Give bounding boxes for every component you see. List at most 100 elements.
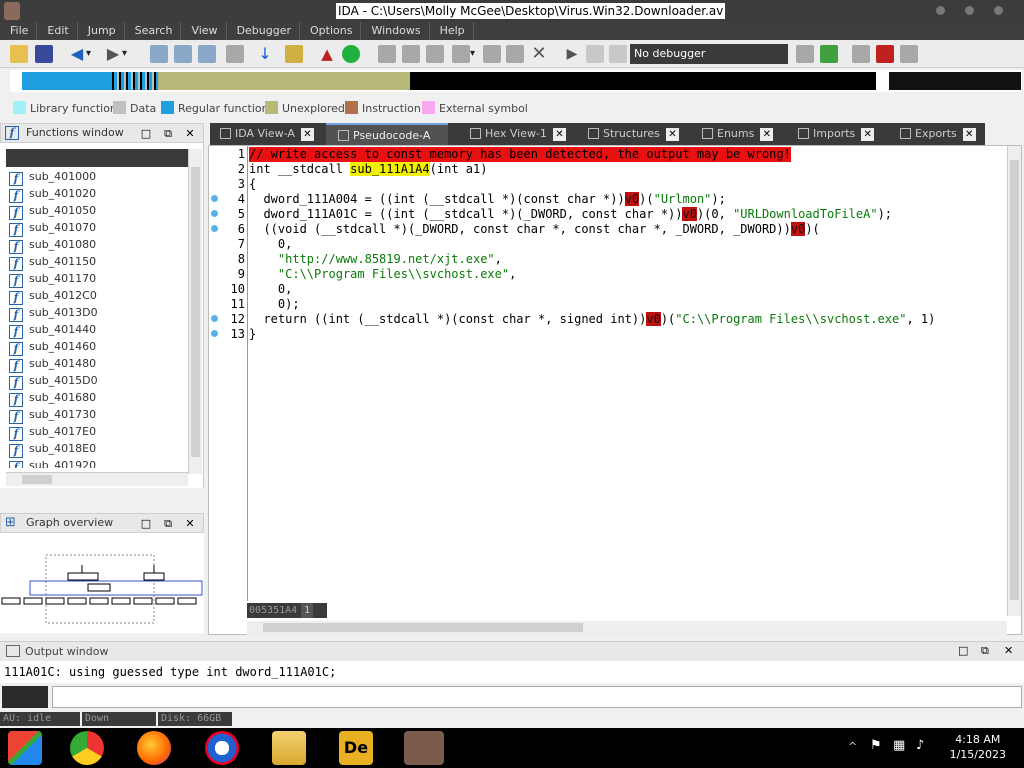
function-list-item[interactable]: f sub_401070 <box>6 219 188 237</box>
flag-icon[interactable]: ⚑ <box>870 738 882 753</box>
mark-icon[interactable] <box>285 45 303 63</box>
function-list-item[interactable]: f sub_4012C0 <box>6 287 188 305</box>
functions-list-column-header[interactable] <box>6 149 188 167</box>
stop-icon[interactable] <box>609 45 627 63</box>
opera-icon[interactable] <box>205 731 239 765</box>
menu-debugger[interactable]: Debugger <box>227 22 301 40</box>
pseudocode-view[interactable]: 1 2 3 4 5 6 7 8 9 10 11 12 13 // write a… <box>208 145 1022 635</box>
function-list-item[interactable]: f sub_401020 <box>6 185 188 203</box>
menu-view[interactable]: View <box>181 22 227 40</box>
panel-restore-icon[interactable]: ⧉ <box>981 644 989 658</box>
data-icon[interactable] <box>402 45 420 63</box>
forward-arrow-icon[interactable]: ▶ <box>104 45 122 63</box>
function-list-item[interactable]: f sub_4018E0 <box>6 440 188 458</box>
open-folder-icon[interactable] <box>10 45 28 63</box>
down-arrow-icon[interactable]: ↓ <box>256 45 274 63</box>
scroll-thumb[interactable] <box>191 167 200 457</box>
tab-enums[interactable]: Enums ✕ <box>702 123 782 145</box>
panel-restore-icon[interactable]: ⧉ <box>161 515 175 533</box>
navigation-band[interactable] <box>10 70 1022 92</box>
firefox-icon[interactable] <box>137 731 171 765</box>
function-list-item[interactable]: f sub_401150 <box>6 253 188 271</box>
code-icon[interactable] <box>378 45 396 63</box>
play-icon[interactable]: ▶ <box>563 45 581 63</box>
maximize-button[interactable] <box>965 6 974 15</box>
list-icon[interactable] <box>852 45 870 63</box>
debugger-options-icon[interactable] <box>796 45 814 63</box>
undefine-icon[interactable] <box>483 45 501 63</box>
panel-float-icon[interactable]: □ <box>958 644 968 657</box>
menu-jump[interactable]: Jump <box>78 22 125 40</box>
command-input[interactable] <box>52 686 1022 708</box>
volume-icon[interactable]: ♪ <box>916 738 924 753</box>
array-icon[interactable] <box>452 45 470 63</box>
v0-variable[interactable]: v0 <box>646 312 661 326</box>
deobfuscator-icon[interactable]: De <box>339 731 373 765</box>
tab-hex-view-1[interactable]: Hex View-1 ✕ <box>470 123 570 145</box>
clock[interactable]: 4:18 AM 1/15/2023 <box>950 732 1006 762</box>
function-list-item[interactable]: f sub_4013D0 <box>6 304 188 322</box>
function-list-item[interactable]: f sub_401480 <box>6 355 188 373</box>
function-list-item[interactable]: f sub_401170 <box>6 270 188 288</box>
function-list-item[interactable]: f sub_401730 <box>6 406 188 424</box>
functions-vertical-scrollbar[interactable] <box>188 149 202 474</box>
tab-ida-view-a[interactable]: IDA View-A ✕ <box>220 123 338 145</box>
portrait-app-icon[interactable] <box>404 731 444 765</box>
cross-icon[interactable]: ✕ <box>530 45 548 63</box>
struct-icon[interactable] <box>506 45 524 63</box>
back-arrow-icon[interactable]: ◀ <box>68 45 86 63</box>
function-list-item[interactable]: f sub_4017E0 <box>6 423 188 441</box>
scroll-thumb[interactable] <box>263 623 583 632</box>
panel-restore-icon[interactable]: ⧉ <box>161 125 175 143</box>
scroll-thumb[interactable] <box>22 475 52 484</box>
save-icon[interactable] <box>35 45 53 63</box>
code-horizontal-scrollbar[interactable] <box>247 621 1007 635</box>
pause-icon[interactable] <box>586 45 604 63</box>
menu-help[interactable]: Help <box>430 22 474 40</box>
panel-float-icon[interactable]: □ <box>139 125 153 143</box>
panel-close-icon[interactable]: ✕ <box>183 125 197 143</box>
text-search-icon[interactable] <box>174 45 192 63</box>
function-list-item[interactable]: f sub_401680 <box>6 389 188 407</box>
search-next-icon[interactable] <box>226 45 244 63</box>
add-icon[interactable] <box>876 45 894 63</box>
chrome-icon[interactable] <box>70 731 104 765</box>
scroll-thumb[interactable] <box>1010 160 1019 600</box>
function-list-item[interactable]: f sub_401920 <box>6 457 188 468</box>
menu-options[interactable]: Options <box>300 22 362 40</box>
close-window-button[interactable] <box>994 6 1003 15</box>
forward-dropdown-icon[interactable]: ▾ <box>122 45 140 63</box>
v0-variable[interactable]: v0 <box>624 192 640 206</box>
code-vertical-scrollbar[interactable] <box>1007 146 1021 616</box>
minimize-button[interactable] <box>936 6 945 15</box>
menu-windows[interactable]: Windows <box>361 22 430 40</box>
binary-search-icon[interactable] <box>150 45 168 63</box>
function-list-item[interactable]: f sub_401080 <box>6 236 188 254</box>
immediate-search-icon[interactable] <box>198 45 216 63</box>
refresh-icon[interactable] <box>820 45 838 63</box>
chevron-up-icon[interactable]: ^ <box>848 740 857 753</box>
start-button-icon[interactable] <box>8 731 42 765</box>
functions-horizontal-scrollbar[interactable] <box>6 472 188 486</box>
tab-imports[interactable]: Imports ✕ <box>798 123 888 145</box>
green-circle-icon[interactable] <box>342 45 360 63</box>
tools-icon[interactable] <box>900 45 918 63</box>
graph-overview[interactable] <box>0 533 204 633</box>
warning-triangle-icon[interactable]: ▲ <box>318 45 336 63</box>
menu-search[interactable]: Search <box>125 22 182 40</box>
menu-edit[interactable]: Edit <box>37 22 78 40</box>
function-list-item[interactable]: f sub_401050 <box>6 202 188 220</box>
function-name-highlight[interactable]: sub_111A1A4 <box>350 162 430 176</box>
file-explorer-icon[interactable] <box>272 731 306 765</box>
panel-close-icon[interactable]: ✕ <box>183 515 197 533</box>
function-list-item[interactable]: f sub_401460 <box>6 338 188 356</box>
panel-close-icon[interactable]: ✕ <box>1004 644 1013 657</box>
string-icon[interactable] <box>426 45 444 63</box>
command-language-button[interactable] <box>2 686 48 708</box>
tab-exports[interactable]: Exports ✕ <box>900 123 984 145</box>
network-icon[interactable]: ▦ <box>893 738 905 753</box>
debugger-select[interactable]: No debugger <box>630 44 788 64</box>
function-list-item[interactable]: f sub_401440 <box>6 321 188 339</box>
tab-pseudocode-a[interactable]: Pseudocode-A✕ <box>326 123 448 165</box>
v0-variable[interactable]: v0 <box>790 222 806 236</box>
